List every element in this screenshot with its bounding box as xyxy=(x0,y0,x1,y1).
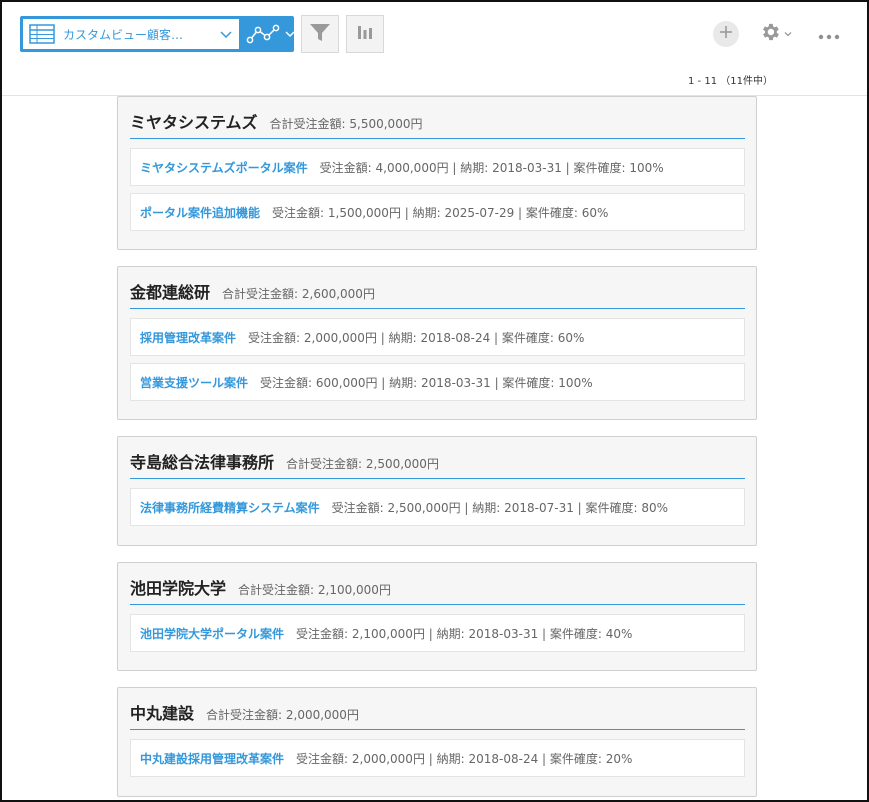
filter-icon xyxy=(308,20,332,48)
company-total: 合計受注金額: 2,600,000円 xyxy=(222,287,375,301)
chevron-down-icon xyxy=(219,27,233,41)
record-link[interactable]: 法律事務所経費精算システム案件 xyxy=(140,499,320,516)
record-link[interactable]: 池田学院大学ポータル案件 xyxy=(140,625,284,642)
record-meta: 受注金額: 2,000,000円 | 納期: 2018-08-24 | 案件確度… xyxy=(296,751,633,766)
more-icon xyxy=(818,25,840,44)
record-link[interactable]: ミヤタシステムズポータル案件 xyxy=(140,159,308,176)
record-item: ミヤタシステムズポータル案件 受注金額: 4,000,000円 | 納期: 20… xyxy=(130,148,745,186)
record-link[interactable]: 中丸建設採用管理改革案件 xyxy=(140,750,284,767)
grid-icon xyxy=(29,24,55,44)
view-dropdown[interactable]: カスタムビュー顧客… xyxy=(23,19,239,49)
company-card: 池田学院大学 合計受注金額: 2,100,000円 池田学院大学ポータル案件 受… xyxy=(117,562,757,671)
company-name: 池田学院大学 xyxy=(130,579,227,598)
record-link[interactable]: ポータル案件追加機能 xyxy=(140,204,260,221)
company-name: 金都連総研 xyxy=(130,283,211,302)
record-item: 中丸建設採用管理改革案件 受注金額: 2,000,000円 | 納期: 2018… xyxy=(130,739,745,777)
record-item: 法律事務所経費精算システム案件 受注金額: 2,500,000円 | 納期: 2… xyxy=(130,488,745,526)
record-link[interactable]: 営業支援ツール案件 xyxy=(140,374,248,391)
company-header: 中丸建設 合計受注金額: 2,000,000円 xyxy=(130,700,745,730)
bar-chart-icon xyxy=(355,22,375,46)
toolbar: カスタムビュー顧客… 1 - 11 （11件中） xyxy=(0,0,869,96)
record-item: ポータル案件追加機能 受注金額: 1,500,000円 | 納期: 2025-0… xyxy=(130,193,745,231)
company-header: 金都連総研 合計受注金額: 2,600,000円 xyxy=(130,279,745,309)
chevron-down-icon xyxy=(784,30,792,38)
company-total: 合計受注金額: 5,500,000円 xyxy=(269,117,423,131)
plus-icon xyxy=(718,24,734,44)
settings-button[interactable] xyxy=(759,22,795,46)
record-item: 池田学院大学ポータル案件 受注金額: 2,100,000円 | 納期: 2018… xyxy=(130,614,745,652)
company-header: 池田学院大学 合計受注金額: 2,100,000円 xyxy=(130,575,745,605)
more-options-button[interactable] xyxy=(816,24,842,44)
record-link[interactable]: 採用管理改革案件 xyxy=(140,329,236,346)
company-header: ミヤタシステムズ 合計受注金額: 5,500,000円 xyxy=(130,109,745,139)
company-card: 寺島総合法律事務所 合計受注金額: 2,500,000円 法律事務所経費精算シス… xyxy=(117,436,757,546)
company-total: 合計受注金額: 2,000,000円 xyxy=(206,708,359,722)
company-header: 寺島総合法律事務所 合計受注金額: 2,500,000円 xyxy=(130,449,745,479)
record-meta: 受注金額: 2,100,000円 | 納期: 2018-03-31 | 案件確度… xyxy=(296,626,633,641)
record-item: 採用管理改革案件 受注金額: 2,000,000円 | 納期: 2018-08-… xyxy=(130,318,745,356)
company-card: ミヤタシステムズ 合計受注金額: 5,500,000円 ミヤタシステムズポータル… xyxy=(117,96,757,250)
record-meta: 受注金額: 4,000,000円 | 納期: 2018-03-31 | 案件確度… xyxy=(319,160,664,175)
company-card: 中丸建設 合計受注金額: 2,000,000円 中丸建設採用管理改革案件 受注金… xyxy=(117,687,757,797)
record-meta: 受注金額: 1,500,000円 | 納期: 2025-07-29 | 案件確度… xyxy=(272,205,609,220)
graph-menu-button[interactable] xyxy=(242,19,295,49)
company-name: ミヤタシステムズ xyxy=(130,113,258,132)
record-meta: 受注金額: 2,500,000円 | 納期: 2018-07-31 | 案件確度… xyxy=(331,500,669,515)
view-label: カスタムビュー顧客… xyxy=(63,27,184,42)
company-total: 合計受注金額: 2,500,000円 xyxy=(286,457,439,471)
record-meta: 受注金額: 600,000円 | 納期: 2018-03-31 | 案件確度: … xyxy=(260,375,593,390)
filter-button[interactable] xyxy=(301,15,339,53)
company-name: 中丸建設 xyxy=(130,704,195,723)
company-total: 合計受注金額: 2,100,000円 xyxy=(238,583,391,597)
view-selector: カスタムビュー顧客… xyxy=(20,16,295,52)
chevron-down-icon xyxy=(284,28,296,40)
company-name: 寺島総合法律事務所 xyxy=(130,453,275,472)
company-card: 金都連総研 合計受注金額: 2,600,000円 採用管理改革案件 受注金額: … xyxy=(117,266,757,420)
record-item: 営業支援ツール案件 受注金額: 600,000円 | 納期: 2018-03-3… xyxy=(130,363,745,401)
add-record-button[interactable] xyxy=(713,21,739,47)
record-meta: 受注金額: 2,000,000円 | 納期: 2018-08-24 | 案件確度… xyxy=(248,330,585,345)
graph-report-button[interactable] xyxy=(346,15,384,53)
gear-icon xyxy=(759,21,781,47)
pagination-info: 1 - 11 （11件中） xyxy=(688,76,773,87)
line-graph-icon xyxy=(246,23,280,45)
